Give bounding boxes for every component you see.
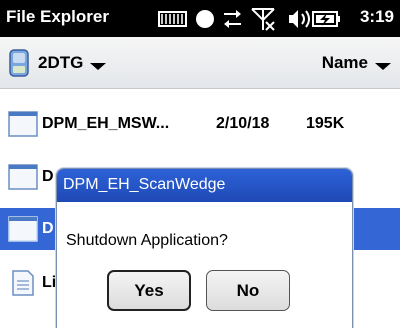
folder-name: 2DTG xyxy=(38,53,84,72)
location-bar: 2DTG Name xyxy=(0,37,400,89)
file-date: 2/10/18 xyxy=(216,115,270,132)
no-button[interactable]: No xyxy=(206,270,290,311)
speaker-icon xyxy=(289,10,310,28)
sort-dropdown[interactable]: Name xyxy=(322,47,392,79)
sync-icon xyxy=(196,10,214,28)
shutdown-dialog: DPM_EH_ScanWedge Shutdown Application? Y… xyxy=(56,168,353,328)
file-icon xyxy=(8,164,38,190)
status-icons xyxy=(158,8,340,31)
file-size: 195K xyxy=(306,115,345,132)
sort-label: Name xyxy=(321,53,368,72)
chevron-down-icon xyxy=(375,63,391,70)
folder-dropdown[interactable]: 2DTG xyxy=(8,47,107,79)
chevron-down-icon xyxy=(90,63,107,70)
yes-button[interactable]: Yes xyxy=(107,270,191,311)
file-name: D xyxy=(42,168,54,185)
dialog-title: DPM_EH_ScanWedge xyxy=(63,176,226,193)
data-arrows-icon xyxy=(224,10,241,28)
file-icon xyxy=(8,216,38,242)
file-name: D xyxy=(42,220,54,237)
dialog-message: Shutdown Application? xyxy=(66,232,228,249)
file-icon xyxy=(8,111,38,137)
document-icon xyxy=(12,270,34,296)
battery-icon xyxy=(158,11,187,27)
storage-card-icon xyxy=(9,49,29,77)
charging-icon xyxy=(312,11,340,27)
signal-off-icon xyxy=(251,8,275,31)
dialog-title-bar: DPM_EH_ScanWedge xyxy=(57,169,352,202)
file-row[interactable]: DPM_EH_MSW... 2/10/18 195K xyxy=(0,103,400,145)
file-name: DPM_EH_MSW... xyxy=(42,115,170,132)
title-bar: File Explorer 3:19 xyxy=(0,0,400,37)
file-name: Li xyxy=(42,274,57,291)
clock: 3:19 xyxy=(359,7,394,26)
